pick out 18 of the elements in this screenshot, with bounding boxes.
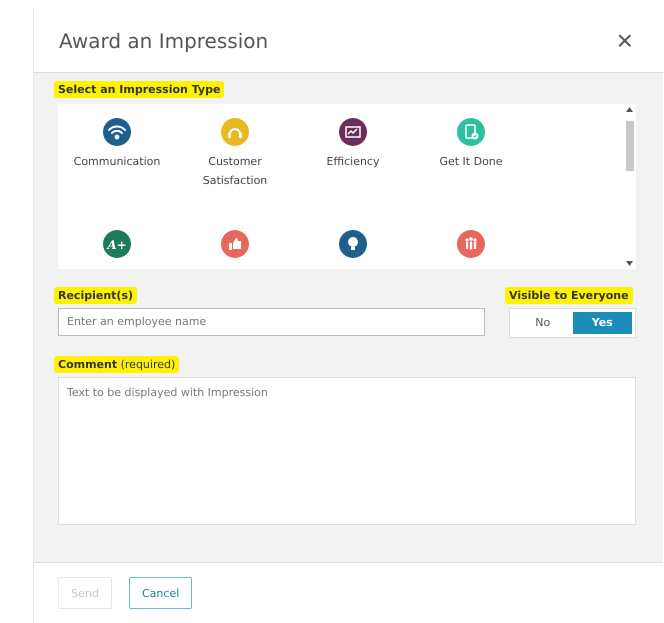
- close-button[interactable]: ×: [612, 26, 637, 55]
- comment-field[interactable]: Text to be displayed with Impression: [58, 376, 636, 525]
- field-label: Comment (required): [54, 356, 180, 373]
- recipient-field[interactable]: Enter an employee name: [58, 308, 485, 336]
- scroll-up-icon[interactable]: [626, 106, 633, 112]
- cancel-button[interactable]: Cancel: [129, 577, 192, 609]
- grade-icon: A+: [103, 230, 131, 258]
- section-label: Select an Impression Type: [54, 80, 224, 98]
- dialog-title: Award an Impression: [59, 28, 268, 53]
- scroll-down-icon[interactable]: [626, 260, 633, 266]
- impression-label[interactable]: Communication: [67, 152, 167, 171]
- field-label: Visible to Everyone: [505, 286, 633, 304]
- impression-label[interactable]: Efficiency: [303, 152, 403, 171]
- toggle-option[interactable]: Yes: [572, 312, 632, 334]
- scroll-thumb[interactable]: [626, 121, 634, 172]
- impression-label[interactable]: Customer Satisfaction: [185, 152, 285, 190]
- impression-label[interactable]: Get It Done: [421, 152, 521, 171]
- field-label: Recipient(s): [54, 286, 138, 304]
